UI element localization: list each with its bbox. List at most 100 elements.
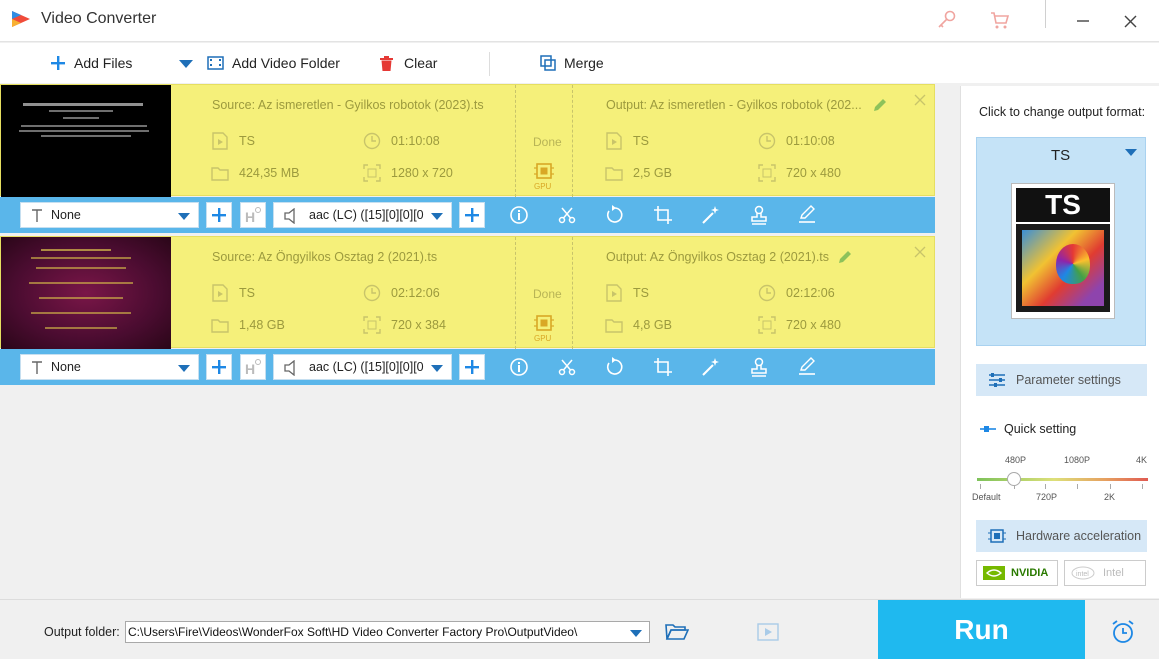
- key-icon[interactable]: [935, 8, 959, 32]
- edit-subtitle-icon[interactable]: [797, 357, 817, 377]
- resolution-icon: [363, 164, 381, 182]
- intel-button[interactable]: intel Intel: [1064, 560, 1146, 586]
- slider-label-4k: 4K: [1136, 455, 1148, 465]
- status-done: Done: [533, 287, 562, 301]
- intel-logo-icon: intel: [1071, 566, 1095, 580]
- slider-label-1080p: 1080P: [1064, 455, 1091, 465]
- nvidia-logo-icon: [983, 566, 1005, 580]
- parameter-settings-button[interactable]: Parameter settings: [976, 364, 1147, 396]
- add-files-dropdown-icon[interactable]: [179, 60, 193, 70]
- clear-label: Clear: [404, 55, 438, 71]
- crop-icon[interactable]: [653, 205, 673, 225]
- add-audio-button[interactable]: [459, 354, 485, 380]
- slider-tick: [1142, 484, 1143, 489]
- file-list: Source: Az ismeretlen - Gyilkos robotok …: [0, 84, 937, 598]
- slider-handle[interactable]: [1007, 472, 1021, 486]
- minimize-icon[interactable]: [1072, 10, 1094, 32]
- video-format-icon: [212, 132, 228, 150]
- bottom-bar: Output folder: C:\Users\Fire\Videos\Wond…: [0, 599, 1159, 659]
- scissors-icon[interactable]: [557, 205, 577, 225]
- add-files-button[interactable]: Add Files: [50, 43, 132, 83]
- chevron-down-icon[interactable]: [630, 630, 642, 637]
- clock-icon: [758, 132, 776, 150]
- output-format: TS: [605, 132, 649, 150]
- app-title: Video Converter: [41, 10, 157, 27]
- quality-slider[interactable]: [977, 478, 1148, 481]
- add-subtitle-button[interactable]: [206, 354, 232, 380]
- scissors-icon[interactable]: [557, 357, 577, 377]
- output-size: 4,8 GB: [605, 316, 672, 334]
- slider-label-default: Default: [972, 492, 1001, 502]
- merge-icon: [540, 55, 556, 71]
- watermark-stamp-icon[interactable]: [749, 205, 769, 225]
- edit-subtitle-icon[interactable]: [797, 205, 817, 225]
- edit-icon[interactable]: [872, 97, 888, 113]
- run-button[interactable]: Run: [878, 600, 1085, 659]
- gpu-label: GPU: [534, 182, 552, 191]
- video-format-icon: [606, 132, 622, 150]
- cart-icon[interactable]: [988, 8, 1012, 32]
- add-audio-button[interactable]: [459, 202, 485, 228]
- remove-item-icon[interactable]: [914, 246, 926, 258]
- output-format: TS: [605, 284, 649, 302]
- slider-label-480p: 480P: [1005, 455, 1027, 465]
- watermark-stamp-icon[interactable]: [749, 357, 769, 377]
- preview-video-icon[interactable]: [757, 622, 779, 642]
- slider-icon: [980, 426, 996, 432]
- hdr-button[interactable]: H: [240, 202, 266, 228]
- output-format-selector[interactable]: TS TS: [976, 137, 1146, 346]
- subtitle-select[interactable]: None: [20, 354, 199, 380]
- plus-icon: [212, 208, 226, 222]
- source-resolution: 720 x 384: [363, 316, 446, 334]
- effects-wand-icon[interactable]: [701, 205, 721, 225]
- remove-item-icon[interactable]: [914, 94, 926, 106]
- divider-dash: [572, 237, 573, 349]
- crop-icon[interactable]: [653, 357, 673, 377]
- info-icon[interactable]: [509, 357, 529, 377]
- resolution-icon: [363, 316, 381, 334]
- nvidia-button[interactable]: NVIDIA: [976, 560, 1058, 586]
- audio-track-select[interactable]: aac (LC) ([15][0][0][0: [273, 354, 452, 380]
- slider-tick: [1110, 484, 1111, 489]
- clock-icon: [363, 132, 381, 150]
- item-toolbar: None H aac (LC) ([15][0][0][0: [0, 349, 935, 385]
- slider-tick: [1077, 484, 1078, 489]
- source-title: Source: Az Öngyilkos Osztag 2 (2021).ts: [212, 250, 438, 264]
- source-size: 424,35 MB: [211, 164, 299, 182]
- svg-text:H: H: [245, 209, 255, 224]
- open-folder-icon[interactable]: [665, 622, 689, 642]
- video-format-icon: [606, 284, 622, 302]
- source-format: TS: [211, 284, 255, 302]
- rotate-icon[interactable]: [605, 357, 625, 377]
- clear-button[interactable]: Clear: [379, 43, 437, 83]
- alarm-clock-icon[interactable]: [1110, 619, 1136, 645]
- hdr-icon: H: [245, 359, 261, 376]
- rotate-icon[interactable]: [605, 205, 625, 225]
- resolution-icon: [758, 316, 776, 334]
- edit-icon[interactable]: [837, 249, 853, 265]
- format-name: TS: [1051, 147, 1071, 164]
- hdr-button[interactable]: H: [240, 354, 266, 380]
- audio-track-select[interactable]: aac (LC) ([15][0][0][0: [273, 202, 452, 228]
- plus-icon: [465, 208, 479, 222]
- add-subtitle-button[interactable]: [206, 202, 232, 228]
- merge-button[interactable]: Merge: [540, 43, 604, 83]
- gpu-label: GPU: [534, 334, 552, 343]
- output-resolution: 720 x 480: [758, 316, 841, 334]
- hardware-acceleration-button[interactable]: Hardware acceleration: [976, 520, 1147, 552]
- output-folder-input[interactable]: C:\Users\Fire\Videos\WonderFox Soft\HD V…: [125, 621, 650, 643]
- output-format-panel: Click to change output format: TS TS Par…: [960, 86, 1159, 598]
- plus-icon: [465, 360, 479, 374]
- list-item[interactable]: Source: Az Öngyilkos Osztag 2 (2021).ts …: [0, 236, 935, 349]
- source-format: TS: [211, 132, 255, 150]
- effects-wand-icon[interactable]: [701, 357, 721, 377]
- info-icon[interactable]: [509, 205, 529, 225]
- subtitle-select[interactable]: None: [20, 202, 199, 228]
- close-icon[interactable]: [1120, 10, 1142, 32]
- chevron-down-icon: [178, 365, 190, 372]
- list-item[interactable]: Source: Az ismeretlen - Gyilkos robotok …: [0, 84, 935, 197]
- slider-tick: [1045, 484, 1046, 489]
- app-logo-icon: [12, 11, 30, 27]
- film-folder-icon: [207, 56, 224, 70]
- add-video-folder-button[interactable]: Add Video Folder: [207, 43, 340, 83]
